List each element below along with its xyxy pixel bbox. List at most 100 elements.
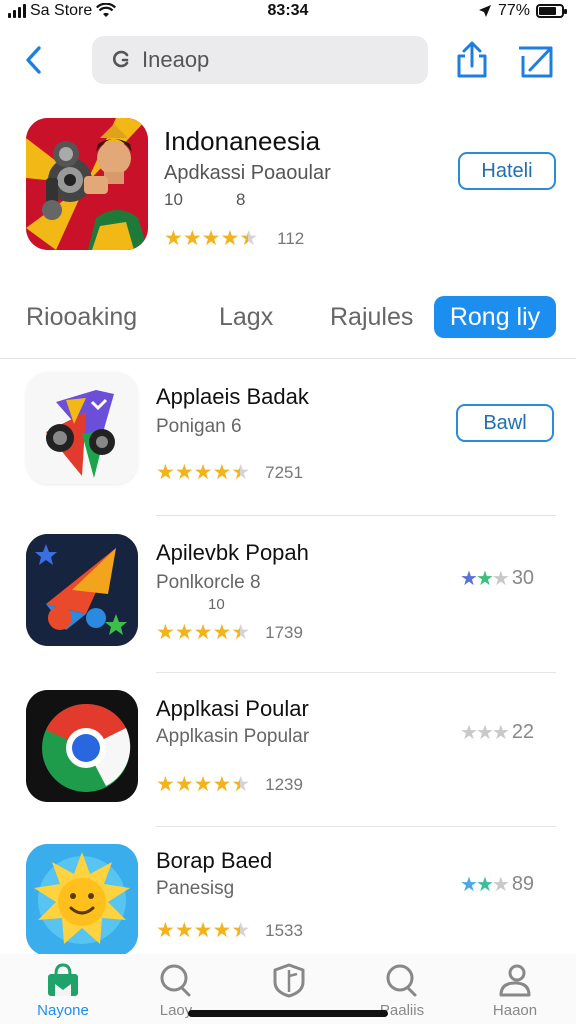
- tab-3[interactable]: Rong liy: [434, 296, 556, 338]
- rating-count: 1739: [265, 622, 303, 642]
- star-icon: ★: [193, 773, 213, 796]
- tab-bar-label: Laoy: [159, 1002, 193, 1019]
- app-subtitle: Applkasin Popular: [156, 726, 310, 747]
- tab-0[interactable]: Riooaking: [26, 296, 137, 338]
- side-rating: ★ ★ ★ 30: [460, 566, 534, 591]
- star-rating: ★ ★ ★ ★ ★: [156, 773, 250, 796]
- star-icon: ★: [174, 461, 194, 484]
- category-tabs: Riooaking Lagx Rajules Rong liy: [26, 296, 556, 338]
- star-icon: ★: [193, 919, 213, 942]
- app-icon: [26, 690, 138, 802]
- app-title: Borap Baed: [156, 848, 273, 873]
- share-button[interactable]: [454, 40, 490, 80]
- rating-count: 112: [277, 228, 305, 248]
- search-icon: [113, 50, 129, 68]
- star-icon: ★: [174, 773, 194, 796]
- app-rating: ★ ★ ★ ★ ★ 1239: [156, 774, 303, 795]
- tab-2[interactable]: Rajules: [330, 296, 413, 338]
- star-icon: ★: [201, 227, 221, 250]
- list-item[interactable]: Apilevbk Popah Ponlkorcle 8 10 ★ ★ ★ ★ ★ 173…: [0, 534, 576, 674]
- featured-app-rating: ★ ★ ★ ★ ★ 112: [164, 228, 304, 249]
- tab-bar-label: Haaon: [492, 1002, 538, 1019]
- camera-person-icon: [26, 118, 148, 250]
- store-bag-icon: [48, 963, 78, 996]
- featured-app-icon[interactable]: [26, 118, 148, 250]
- row-divider: [156, 826, 556, 827]
- status-bar: Sa Store 83:34 77%: [0, 0, 576, 24]
- featured-app: Indonaneesia Apdkassi Poaoular 10 8 ★ ★ ★ ★…: [26, 118, 556, 252]
- star-icon: ★: [193, 621, 213, 644]
- side-stars: ★ ★ ★: [460, 874, 510, 896]
- star-icon: ★: [231, 461, 250, 484]
- star-rating: ★ ★ ★ ★ ★: [164, 227, 258, 250]
- star-icon: ★: [156, 919, 175, 942]
- star-icon: ★: [231, 919, 250, 942]
- app-icon: [26, 534, 138, 646]
- camera-pin-icon: [26, 372, 138, 484]
- rating-count: 7251: [265, 462, 303, 482]
- tab-bar-item-0[interactable]: Nayone: [23, 962, 103, 1019]
- featured-app-meta-a: 10: [164, 190, 183, 209]
- side-stars: ★ ★ ★: [460, 568, 510, 590]
- home-indicator[interactable]: [188, 1010, 388, 1017]
- app-title: Applaeis Badak: [156, 384, 309, 409]
- star-icon: ★: [164, 227, 183, 250]
- side-rating: ★ ★ ★ 89: [460, 872, 534, 897]
- star-rating: ★ ★ ★ ★ ★: [156, 621, 250, 644]
- row-divider: [156, 515, 556, 516]
- star-icon: ★: [231, 773, 250, 796]
- star-rating: ★ ★ ★ ★ ★: [156, 919, 250, 942]
- star-icon: ★: [220, 227, 239, 250]
- featured-get-button[interactable]: Hateli: [458, 152, 556, 190]
- search-icon: [160, 964, 191, 997]
- app-title: Applkasi Poular: [156, 696, 309, 721]
- star-icon: ★: [193, 461, 213, 484]
- side-rating-value: 22: [511, 721, 535, 743]
- search-bar[interactable]: [92, 36, 428, 84]
- app-subtitle: Panesisg: [156, 878, 235, 899]
- app-subtitle: Ponigan 6: [156, 416, 242, 437]
- battery-icon: [536, 4, 567, 18]
- sun-face-icon: [26, 844, 138, 956]
- star-icon: ★: [212, 461, 231, 484]
- status-right: 77%: [478, 2, 567, 20]
- app-icon: [26, 844, 138, 956]
- battery-percent: 77%: [497, 2, 530, 19]
- list-item[interactable]: Applaeis Badak Ponigan 6 ★ ★ ★ ★ ★ 7251 Bawl: [0, 372, 576, 516]
- star-icon: ★: [156, 621, 175, 644]
- divider: [0, 358, 576, 359]
- tab-bar-item-4[interactable]: Haaon: [475, 962, 555, 1019]
- rating-count: 1533: [265, 920, 303, 940]
- star-icon: ★: [212, 621, 231, 644]
- star-icon: ★: [156, 461, 175, 484]
- tab-1[interactable]: Lagx: [219, 296, 273, 338]
- side-rating-value: 30: [511, 567, 535, 589]
- star-icon: ★: [174, 621, 194, 644]
- row-divider: [156, 672, 556, 673]
- search-alt-icon: [386, 964, 417, 997]
- featured-app-title: Indonaneesia: [164, 126, 321, 156]
- compose-button[interactable]: [514, 40, 556, 80]
- star-icon: ★: [239, 227, 258, 250]
- app-extra: 10: [208, 596, 225, 613]
- side-stars: ★ ★ ★: [460, 722, 510, 744]
- side-rating: ★ ★ ★ 22: [460, 720, 534, 745]
- music-star-icon: [26, 534, 138, 646]
- app-rating: ★ ★ ★ ★ ★ 1533: [156, 920, 303, 941]
- tab-bar-label: Nayone: [37, 1002, 89, 1019]
- get-button[interactable]: Bawl: [456, 404, 554, 442]
- search-input[interactable]: [142, 47, 412, 73]
- tab-bar-item-2[interactable]: [249, 962, 329, 1002]
- nav-bar: [0, 34, 576, 86]
- star-icon: ★: [231, 621, 250, 644]
- chrome-icon: [26, 690, 138, 802]
- star-icon: ★: [156, 773, 175, 796]
- star-icon: ★: [174, 919, 194, 942]
- app-rating: ★ ★ ★ ★ ★ 1739: [156, 622, 303, 643]
- location-arrow-icon: [478, 5, 491, 17]
- shield-icon: [273, 963, 305, 998]
- back-button[interactable]: [18, 42, 48, 78]
- star-rating: ★ ★ ★ ★ ★: [156, 461, 250, 484]
- compose-icon: [519, 46, 553, 78]
- list-item[interactable]: Applkasi Poular Applkasin Popular ★ ★ ★ ★ ★ …: [0, 690, 576, 830]
